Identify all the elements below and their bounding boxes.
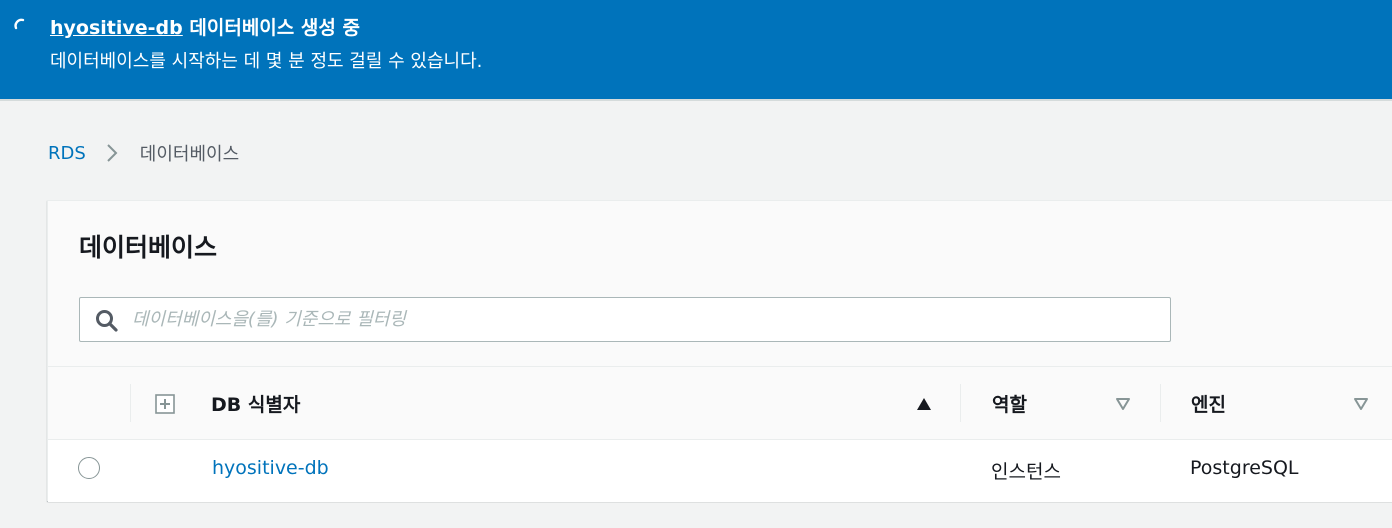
flash-title: hyositive-db 데이터베이스 생성 중	[50, 13, 360, 40]
sort-ascending-icon[interactable]	[916, 397, 932, 411]
breadcrumb-rds-link[interactable]: RDS	[48, 143, 86, 164]
row-select-radio[interactable]	[78, 457, 100, 479]
column-header-engine[interactable]: 엔진	[1191, 390, 1226, 417]
flash-status: 데이터베이스 생성 중	[189, 17, 360, 39]
sort-unsorted-icon[interactable]	[1353, 397, 1369, 411]
column-header-db-identifier[interactable]: DB 식별자	[211, 390, 300, 417]
spinner-icon	[14, 18, 25, 30]
filter-input[interactable]	[132, 302, 1152, 337]
panel-header: 데이터베이스	[48, 201, 1392, 366]
table-row[interactable]: hyositive-db 인스턴스 PostgreSQL	[48, 440, 1392, 502]
flash-notification: hyositive-db 데이터베이스 생성 중 데이터베이스를 시작하는 데 …	[0, 0, 1392, 99]
filter-search	[79, 297, 1171, 342]
chevron-right-icon	[107, 144, 118, 162]
search-icon	[96, 310, 118, 332]
db-identifier-link[interactable]: hyositive-db	[212, 457, 329, 479]
breadcrumb-current: 데이터베이스	[139, 144, 240, 165]
breadcrumb: RDS 데이터베이스	[48, 140, 239, 166]
column-header-role[interactable]: 역할	[992, 390, 1027, 417]
flash-db-link[interactable]: hyositive-db	[50, 17, 183, 39]
column-divider	[960, 384, 961, 422]
expand-all-icon[interactable]	[155, 394, 175, 414]
table-header: DB 식별자 역할 엔진	[48, 366, 1392, 440]
role-cell: 인스턴스	[991, 461, 1061, 483]
sort-unsorted-icon[interactable]	[1115, 397, 1131, 411]
flash-message: 데이터베이스를 시작하는 데 몇 분 정도 걸릴 수 있습니다.	[50, 51, 483, 72]
engine-cell: PostgreSQL	[1190, 457, 1299, 479]
databases-panel: 데이터베이스 DB 식별자 역할 엔진 hy	[47, 200, 1392, 502]
flash-divider	[0, 99, 1392, 101]
column-divider	[130, 384, 131, 422]
page-title: 데이터베이스	[79, 233, 218, 262]
column-divider	[1160, 384, 1161, 422]
